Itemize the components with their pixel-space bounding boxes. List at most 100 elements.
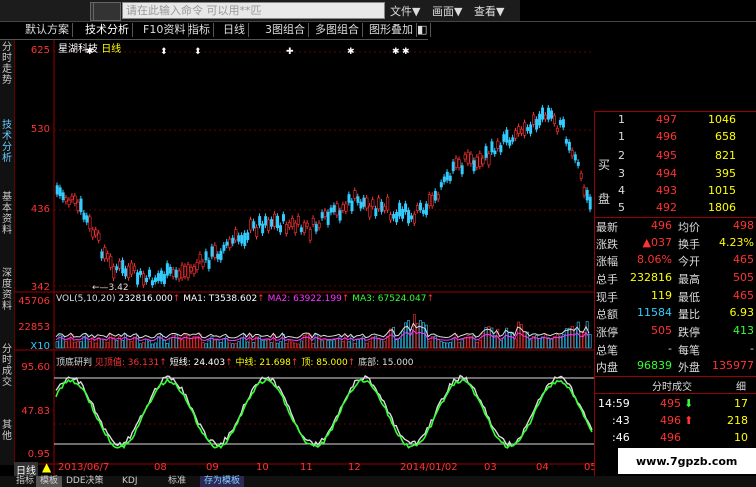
quote-value: 135977 <box>712 359 754 372</box>
candle-body <box>264 216 268 226</box>
left-tab-basic[interactable]: 基本资料 <box>0 192 14 236</box>
indicator-legend-mid: 中线: 21.698 <box>235 358 291 368</box>
volume-bar <box>67 338 71 349</box>
menu-view[interactable]: 查看▼ <box>474 3 504 19</box>
event-marker[interactable]: ✱ <box>392 47 400 57</box>
candle-body <box>427 194 431 207</box>
bottom-tab-save-template[interactable]: 存为模板 <box>200 476 245 487</box>
volume-bar <box>457 342 461 349</box>
event-marker[interactable]: ⬍ <box>194 47 202 57</box>
candle-body <box>350 200 354 212</box>
bottom-tab-standard[interactable]: 标准 <box>164 476 190 487</box>
candle-body <box>371 199 375 207</box>
trade-row: :46 496 10 <box>598 431 754 445</box>
tab-default-scheme[interactable]: 默认方案 <box>22 23 73 37</box>
event-marker[interactable]: ✱ <box>347 47 355 57</box>
volume-bar <box>130 341 133 349</box>
orderbook-row[interactable]: 3 494 395 <box>616 167 756 183</box>
orderbook-row[interactable]: 1 497 1046 <box>616 113 756 129</box>
left-tab-depth[interactable]: 深度资料 <box>0 268 14 312</box>
tab-f10[interactable]: F10资料 <box>140 23 190 37</box>
bottom-tab-kdj[interactable]: KDJ <box>118 476 142 487</box>
volume-bar <box>106 342 110 349</box>
tab-daily[interactable]: 日线 <box>220 23 249 37</box>
event-marker[interactable]: ✱ <box>402 47 410 57</box>
event-marker[interactable]: ✚ <box>286 47 294 57</box>
command-search-input[interactable]: 请在此输入命令 可以用**匹 <box>122 2 385 19</box>
left-tab-trades[interactable]: 分时成交 <box>0 344 14 388</box>
volume-bar <box>341 341 345 349</box>
candle-body <box>115 266 119 271</box>
left-tab-other[interactable]: 其他 <box>0 420 14 442</box>
candle-body <box>148 269 151 277</box>
tab-multi-chart[interactable]: 多图组合 <box>312 23 363 37</box>
quote-label: 总额 <box>596 308 618 321</box>
quote-label: 涨停 <box>596 326 618 339</box>
quote-value: 505 <box>733 271 754 284</box>
quote-label: 每笔 <box>678 344 700 357</box>
candle-body <box>523 122 527 136</box>
volume-bar <box>73 341 77 349</box>
indicator-legend-label: 顶底研判 <box>56 358 93 368</box>
candle-body <box>177 270 181 280</box>
bottom-tab-dde[interactable]: DDE决策 <box>62 476 108 487</box>
candle-body <box>192 266 196 274</box>
candle-body <box>353 190 357 199</box>
candle-body <box>88 216 92 230</box>
candle-body <box>79 198 83 213</box>
menu-file[interactable]: 文件▼ <box>390 3 420 19</box>
panel-toggle-icon[interactable]: ◧ <box>414 23 432 37</box>
left-tab-technical[interactable]: 技术分析 <box>0 120 14 164</box>
quote-label: 均价 <box>678 221 700 234</box>
candle-body <box>219 250 223 261</box>
volume-bar <box>171 334 175 349</box>
orderbook-price: 495 <box>656 149 677 162</box>
vol-legend-ma2: MA2: 63922.199 <box>267 294 342 304</box>
orderbook-level: 1 <box>618 130 625 143</box>
date-tick: 2014/01/02 <box>400 462 458 473</box>
volume-bar <box>168 337 172 349</box>
date-axis: 日线 ▲ 2013/06/7 08 09 10 11 12 2014/01/02… <box>14 460 597 477</box>
volume-bar <box>389 328 392 349</box>
tab-indicators[interactable]: 指标 <box>185 23 214 37</box>
chart-canvas[interactable]: ✱ ⬍ ⬍ ✚ ✱ ✱ ✱ <box>14 40 594 476</box>
candle-body <box>201 261 205 267</box>
vol-multiplier: X10 <box>30 341 50 352</box>
orderbook-row[interactable]: 1 496 658 <box>616 130 756 146</box>
trades-detail-button[interactable]: 细 <box>736 378 746 393</box>
quote-value: 8.06% <box>637 253 672 266</box>
candle-body <box>216 253 220 260</box>
candle-body <box>436 194 440 200</box>
left-tab-intraday[interactable]: 分时走势 <box>0 42 14 86</box>
candle-body <box>564 139 568 144</box>
event-marker[interactable]: ⬍ <box>160 47 168 57</box>
orderbook-volume: 1015 <box>708 184 736 197</box>
candle-body <box>112 266 116 279</box>
tab-technical-analysis[interactable]: 技术分析 <box>82 23 133 37</box>
candle-body <box>386 196 390 211</box>
price-tick: 342 <box>30 282 50 293</box>
orderbook-row[interactable]: 2 495 821 <box>616 149 756 165</box>
tab-3-chart[interactable]: 3图组合 <box>262 23 309 37</box>
candle-body <box>222 244 226 251</box>
volume-bar <box>380 339 384 349</box>
candle-body <box>118 260 122 269</box>
candle-body <box>261 223 265 234</box>
quote-label: 现手 <box>596 291 618 304</box>
menu-screen[interactable]: 画面▼ <box>432 3 462 19</box>
tab-overlay[interactable]: 图形叠加 <box>366 23 417 37</box>
volume-bar <box>395 339 398 349</box>
bottom-tab-template[interactable]: 模板 <box>36 476 63 487</box>
quote-label: 外盘 <box>678 361 700 374</box>
candle-body <box>544 114 548 120</box>
bottom-tab-indicator[interactable]: 指标 <box>12 476 38 487</box>
volume-bar <box>55 341 59 349</box>
candle-body <box>424 203 428 215</box>
period-selector[interactable]: 日线 <box>14 462 38 477</box>
quote-label: 总手 <box>596 273 618 286</box>
orderbook-row[interactable]: 4 493 1015 <box>616 184 756 200</box>
orderbook-volume: 821 <box>715 149 736 162</box>
orderbook-row[interactable]: 5 492 1806 <box>616 201 756 217</box>
quote-value: 496 <box>651 219 672 232</box>
quote-value: 465 <box>733 289 754 302</box>
